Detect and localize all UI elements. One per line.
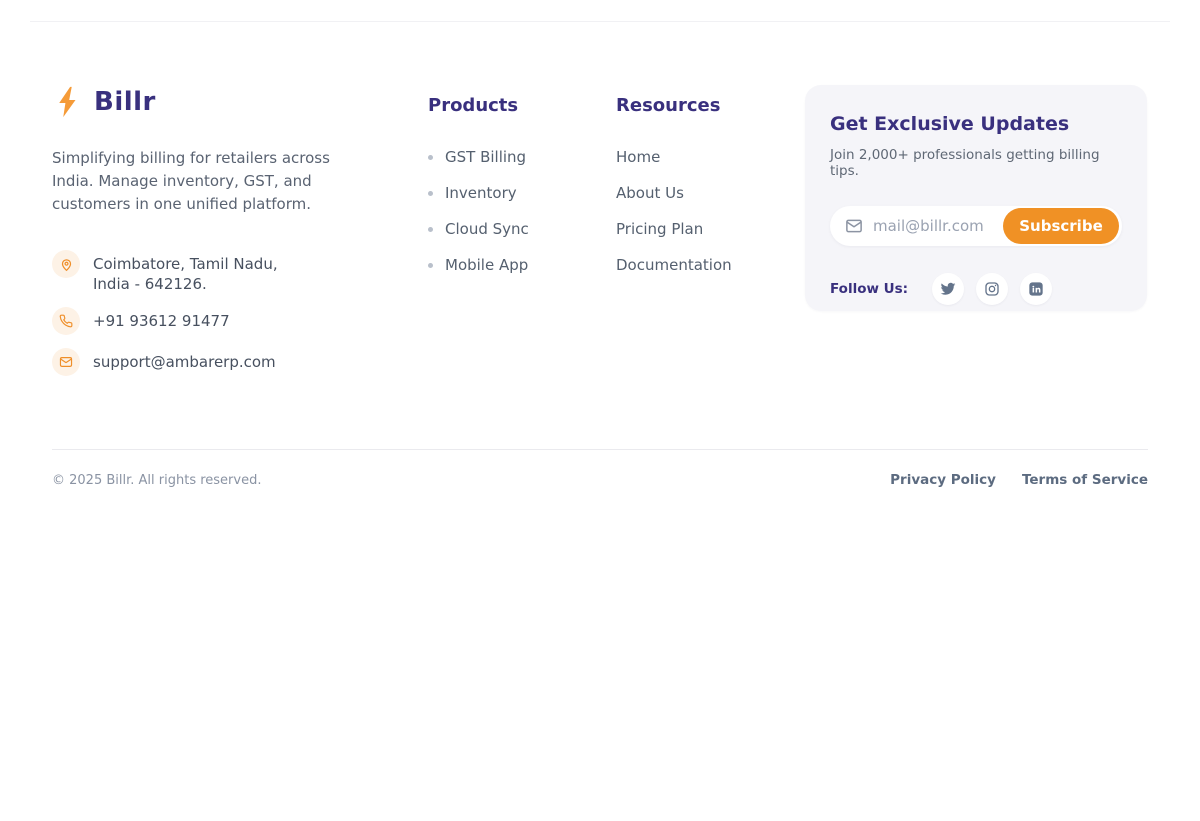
- contact-phone[interactable]: +91 93612 91477: [52, 307, 428, 335]
- follow-row: Follow Us:: [830, 273, 1122, 305]
- contact-list: Coimbatore, Tamil Nadu, India - 642126. …: [52, 250, 428, 376]
- mail-icon: [845, 217, 863, 235]
- envelope-icon: [52, 348, 80, 376]
- terms-of-service-link[interactable]: Terms of Service: [1022, 472, 1148, 488]
- logo: Billr: [52, 85, 428, 119]
- footer: Billr Simplifying billing for retailers …: [0, 22, 1200, 389]
- resource-link-pricing-plan[interactable]: Pricing Plan: [616, 219, 805, 239]
- follow-us-label: Follow Us:: [830, 281, 908, 297]
- resource-link-documentation[interactable]: Documentation: [616, 255, 805, 275]
- newsletter-card: Get Exclusive Updates Join 2,000+ profes…: [805, 85, 1147, 311]
- product-link-gst-billing[interactable]: GST Billing: [428, 147, 616, 167]
- contact-address: Coimbatore, Tamil Nadu, India - 642126.: [52, 250, 428, 294]
- newsletter-title: Get Exclusive Updates: [830, 113, 1122, 135]
- contact-email[interactable]: support@ambarerp.com: [52, 348, 428, 376]
- products-title: Products: [428, 85, 616, 116]
- email-address: support@ambarerp.com: [93, 348, 276, 372]
- products-column: Products GST Billing Inventory Cloud Syn…: [428, 85, 616, 389]
- product-link-mobile-app[interactable]: Mobile App: [428, 255, 616, 275]
- location-pin-icon: [52, 250, 80, 278]
- linkedin-icon[interactable]: [1020, 273, 1052, 305]
- bottom-bar: © 2025 Billr. All rights reserved. Priva…: [0, 450, 1200, 488]
- resource-link-home[interactable]: Home: [616, 147, 805, 167]
- address-line-1: Coimbatore, Tamil Nadu,: [93, 255, 278, 273]
- subscribe-form: Subscribe: [830, 206, 1122, 246]
- product-link-inventory[interactable]: Inventory: [428, 183, 616, 203]
- copyright-text: © 2025 Billr. All rights reserved.: [52, 473, 261, 488]
- bullet-icon: [428, 263, 433, 268]
- brand-column: Billr Simplifying billing for retailers …: [52, 85, 428, 389]
- instagram-icon[interactable]: [976, 273, 1008, 305]
- resources-column: Resources Home About Us Pricing Plan Doc…: [616, 85, 805, 389]
- resources-title: Resources: [616, 85, 805, 116]
- newsletter-subtitle: Join 2,000+ professionals getting billin…: [830, 147, 1122, 179]
- resource-link-about-us[interactable]: About Us: [616, 183, 805, 203]
- phone-icon: [52, 307, 80, 335]
- brand-name: Billr: [94, 87, 156, 117]
- brand-description: Simplifying billing for retailers across…: [52, 147, 366, 216]
- lightning-bolt-icon: [52, 85, 82, 119]
- bullet-icon: [428, 155, 433, 160]
- product-link-cloud-sync[interactable]: Cloud Sync: [428, 219, 616, 239]
- privacy-policy-link[interactable]: Privacy Policy: [890, 472, 996, 488]
- subscribe-button[interactable]: Subscribe: [1003, 208, 1119, 244]
- phone-number: +91 93612 91477: [93, 307, 230, 331]
- bullet-icon: [428, 227, 433, 232]
- address-line-2: India - 642126.: [93, 275, 207, 293]
- twitter-icon[interactable]: [932, 273, 964, 305]
- bullet-icon: [428, 191, 433, 196]
